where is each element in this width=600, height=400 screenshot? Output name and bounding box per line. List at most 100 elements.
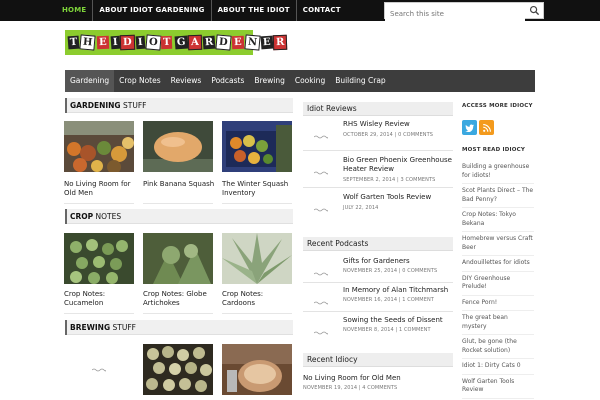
search-icon[interactable] bbox=[529, 5, 540, 16]
most-read-item[interactable]: Fence Porn! bbox=[462, 296, 534, 311]
nav-podcasts[interactable]: Podcasts bbox=[206, 70, 249, 92]
podcast-title[interactable]: Gifts for Gardeners bbox=[343, 257, 455, 266]
recent-idiocy-title: Recent Idiocy bbox=[307, 355, 358, 364]
search-input[interactable] bbox=[385, 6, 525, 22]
site-logo[interactable]: THEIDIOTGARDENER bbox=[65, 30, 289, 55]
gardening-thumb-1[interactable] bbox=[64, 121, 134, 172]
podcast-title[interactable]: In Memory of Alan Titchmarsh bbox=[343, 286, 455, 295]
podcast-meta: NOVEMBER 8, 2014 | 1 COMMENT bbox=[343, 327, 431, 333]
most-read-item[interactable]: Crop Notes: Tokyo Bekana bbox=[462, 208, 534, 232]
podcasts-header: Recent Podcasts bbox=[303, 237, 453, 251]
most-read-title: MOST READ IDIOCY bbox=[462, 147, 526, 153]
review-title[interactable]: Wolf Garten Tools Review bbox=[343, 193, 455, 202]
gardening-section-header: GARDENING STUFF bbox=[65, 98, 293, 113]
most-read-item[interactable]: Andouillettes for idiots bbox=[462, 256, 534, 272]
topnav-about-gardening-link[interactable]: ABOUT IDIOT GARDENING bbox=[93, 0, 212, 21]
section-title-rest: STUFF bbox=[122, 101, 147, 110]
review-thumb bbox=[305, 162, 337, 184]
top-bar: HOME ABOUT IDIOT GARDENING ABOUT THE IDI… bbox=[0, 0, 600, 22]
section-title-rest: NOTES bbox=[95, 212, 122, 221]
main-nav: Gardening Crop Notes Reviews Podcasts Br… bbox=[65, 70, 535, 92]
gardening-caption-3[interactable]: The Winter Squash Inventory bbox=[222, 180, 296, 198]
crop-thumb-2[interactable] bbox=[143, 233, 213, 284]
most-read-list: Building a greenhouse for idiots! Scot P… bbox=[462, 160, 534, 399]
brewing-thumb-3[interactable] bbox=[222, 344, 292, 395]
nav-building-crap[interactable]: Building Crap bbox=[330, 70, 391, 92]
review-meta: OCTOBER 29, 2014 | 0 COMMENTS bbox=[343, 132, 434, 138]
podcast-item[interactable]: In Memory of Alan Titchmarsh NOVEMBER 16… bbox=[303, 286, 453, 320]
section-title-bold: CROP bbox=[70, 212, 94, 221]
reviews-header: Idiot Reviews bbox=[303, 102, 453, 116]
most-read-item[interactable]: DIY Greenhouse Prelude! bbox=[462, 272, 534, 296]
most-read-item[interactable]: Idiot 1: Dirty Cats 0 bbox=[462, 359, 534, 375]
twitter-button[interactable] bbox=[462, 120, 477, 135]
most-read-item[interactable]: Wolf Garten Tools Review bbox=[462, 375, 534, 399]
nav-brewing[interactable]: Brewing bbox=[249, 70, 289, 92]
rss-button[interactable] bbox=[479, 120, 494, 135]
most-read-item[interactable]: Building a greenhouse for idiots! bbox=[462, 160, 534, 184]
podcast-title[interactable]: Sowing the Seeds of Dissent bbox=[343, 316, 455, 325]
gardening-thumb-3[interactable] bbox=[222, 121, 292, 172]
nav-gardening[interactable]: Gardening bbox=[65, 70, 115, 92]
section-title-rest: STUFF bbox=[112, 323, 136, 332]
divider bbox=[64, 203, 134, 204]
top-nav: HOME ABOUT IDIOT GARDENING ABOUT THE IDI… bbox=[56, 0, 347, 21]
nav-crop-notes[interactable]: Crop Notes bbox=[114, 70, 166, 92]
brewing-section-header: BREWING STUFF bbox=[65, 320, 293, 335]
access-more-title: ACCESS MORE IDIOCY bbox=[462, 103, 533, 109]
divider bbox=[143, 203, 213, 204]
search-box bbox=[384, 2, 544, 22]
nav-cooking[interactable]: Cooking bbox=[290, 70, 330, 92]
topnav-about-idiot-link[interactable]: ABOUT THE IDIOT bbox=[212, 0, 297, 21]
divider bbox=[143, 313, 213, 314]
divider bbox=[303, 282, 453, 283]
section-title-bold: BREWING bbox=[70, 323, 111, 332]
crop-thumb-1[interactable] bbox=[64, 233, 134, 284]
review-item[interactable]: RHS Wisley Review OCTOBER 29, 2014 | 0 C… bbox=[303, 120, 453, 154]
divider bbox=[64, 313, 134, 314]
recent-title[interactable]: No Living Room for Old Men bbox=[303, 374, 415, 383]
most-read-item[interactable]: The great bean mystery bbox=[462, 311, 534, 335]
podcast-thumb bbox=[305, 322, 337, 344]
crop-thumb-3[interactable] bbox=[222, 233, 292, 284]
review-thumb bbox=[305, 199, 337, 221]
review-item[interactable]: Wolf Garten Tools Review JULY 22, 2014 bbox=[303, 193, 453, 227]
nav-reviews[interactable]: Reviews bbox=[166, 70, 207, 92]
rss-icon bbox=[482, 123, 491, 132]
divider bbox=[303, 311, 453, 312]
crop-section-header: CROP NOTES bbox=[65, 209, 293, 224]
podcast-item[interactable]: Sowing the Seeds of Dissent NOVEMBER 8, … bbox=[303, 316, 453, 350]
divider bbox=[222, 203, 292, 204]
loading-icon bbox=[92, 368, 106, 371]
crop-caption-3[interactable]: Crop Notes: Cardoons bbox=[222, 290, 296, 308]
topnav-contact-link[interactable]: CONTACT bbox=[297, 0, 347, 21]
most-read-item[interactable]: Scot Plants Direct – The Bad Penny? bbox=[462, 184, 534, 208]
review-meta: JULY 22, 2014 bbox=[343, 205, 379, 211]
podcast-meta: NOVEMBER 25, 2014 | 0 COMMENTS bbox=[343, 268, 438, 274]
divider bbox=[303, 187, 453, 188]
twitter-icon bbox=[465, 124, 474, 132]
review-thumb bbox=[305, 126, 337, 148]
review-item[interactable]: Bio Green Phoenix Greenhouse Heater Revi… bbox=[303, 156, 453, 190]
podcast-meta: NOVEMBER 16, 2014 | 1 COMMENT bbox=[343, 297, 434, 303]
gardening-caption-2[interactable]: Pink Banana Squash bbox=[143, 180, 217, 189]
divider bbox=[303, 150, 453, 151]
divider bbox=[222, 313, 292, 314]
gardening-thumb-2[interactable] bbox=[143, 121, 213, 172]
most-read-item[interactable]: Homebrew versus Craft Beer bbox=[462, 232, 534, 256]
brewing-thumb-placeholder[interactable] bbox=[64, 344, 134, 395]
crop-caption-2[interactable]: Crop Notes: Globe Artichokes bbox=[143, 290, 217, 308]
crop-caption-1[interactable]: Crop Notes: Cucamelon bbox=[64, 290, 138, 308]
recent-meta: NOVEMBER 19, 2014 | 4 COMMENTS bbox=[303, 385, 398, 391]
review-title[interactable]: Bio Green Phoenix Greenhouse Heater Revi… bbox=[343, 156, 455, 174]
review-meta: SEPTEMBER 2, 2014 | 3 COMMENTS bbox=[343, 177, 436, 183]
most-read-item[interactable]: Glut, be gone (the Rocket solution) bbox=[462, 335, 534, 359]
reviews-title: Idiot Reviews bbox=[307, 104, 357, 113]
recent-idiocy-header: Recent Idiocy bbox=[303, 353, 453, 367]
gardening-caption-1[interactable]: No Living Room for Old Men bbox=[64, 180, 138, 198]
brewing-thumb-2[interactable] bbox=[143, 344, 213, 395]
podcasts-title: Recent Podcasts bbox=[307, 239, 369, 248]
recent-item[interactable]: No Living Room for Old Men NOVEMBER 19, … bbox=[303, 374, 453, 396]
topnav-home-link[interactable]: HOME bbox=[56, 0, 94, 21]
review-title[interactable]: RHS Wisley Review bbox=[343, 120, 455, 129]
